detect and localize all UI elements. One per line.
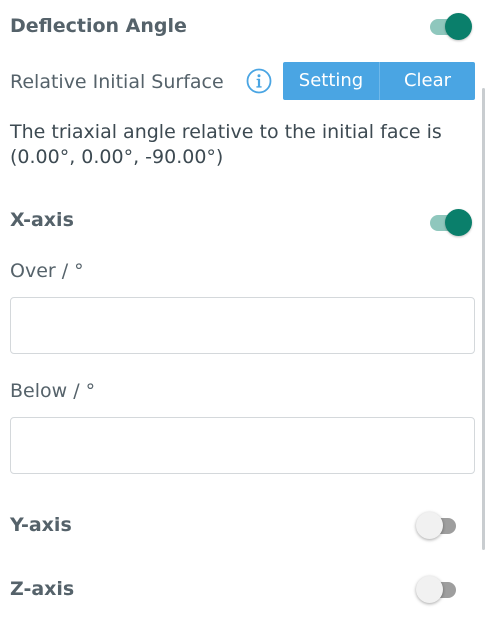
below-input[interactable] xyxy=(10,417,475,474)
below-label: Below / ° xyxy=(10,380,96,402)
relative-initial-surface-label: Relative Initial Surface xyxy=(10,71,224,93)
toggle-knob xyxy=(445,209,472,236)
setting-button[interactable]: Setting xyxy=(283,62,380,100)
y-axis-title: Y-axis xyxy=(10,514,72,536)
over-label: Over / ° xyxy=(10,260,84,282)
x-axis-title: X-axis xyxy=(10,209,74,231)
surface-button-group: Setting Clear xyxy=(283,62,475,100)
over-input[interactable] xyxy=(10,297,475,354)
toggle-knob xyxy=(445,13,472,40)
triaxial-angle-description: The triaxial angle relative to the initi… xyxy=(10,121,442,168)
y-axis-toggle[interactable] xyxy=(416,511,458,539)
z-axis-title: Z-axis xyxy=(10,578,75,600)
clear-button[interactable]: Clear xyxy=(380,62,475,100)
deflection-angle-toggle[interactable] xyxy=(428,12,472,40)
info-icon-graphic xyxy=(246,68,272,94)
deflection-angle-title: Deflection Angle xyxy=(10,15,187,37)
info-icon[interactable] xyxy=(246,68,272,94)
toggle-knob xyxy=(416,512,443,539)
z-axis-toggle[interactable] xyxy=(416,575,458,603)
x-axis-toggle[interactable] xyxy=(428,208,472,236)
toggle-knob xyxy=(416,576,443,603)
